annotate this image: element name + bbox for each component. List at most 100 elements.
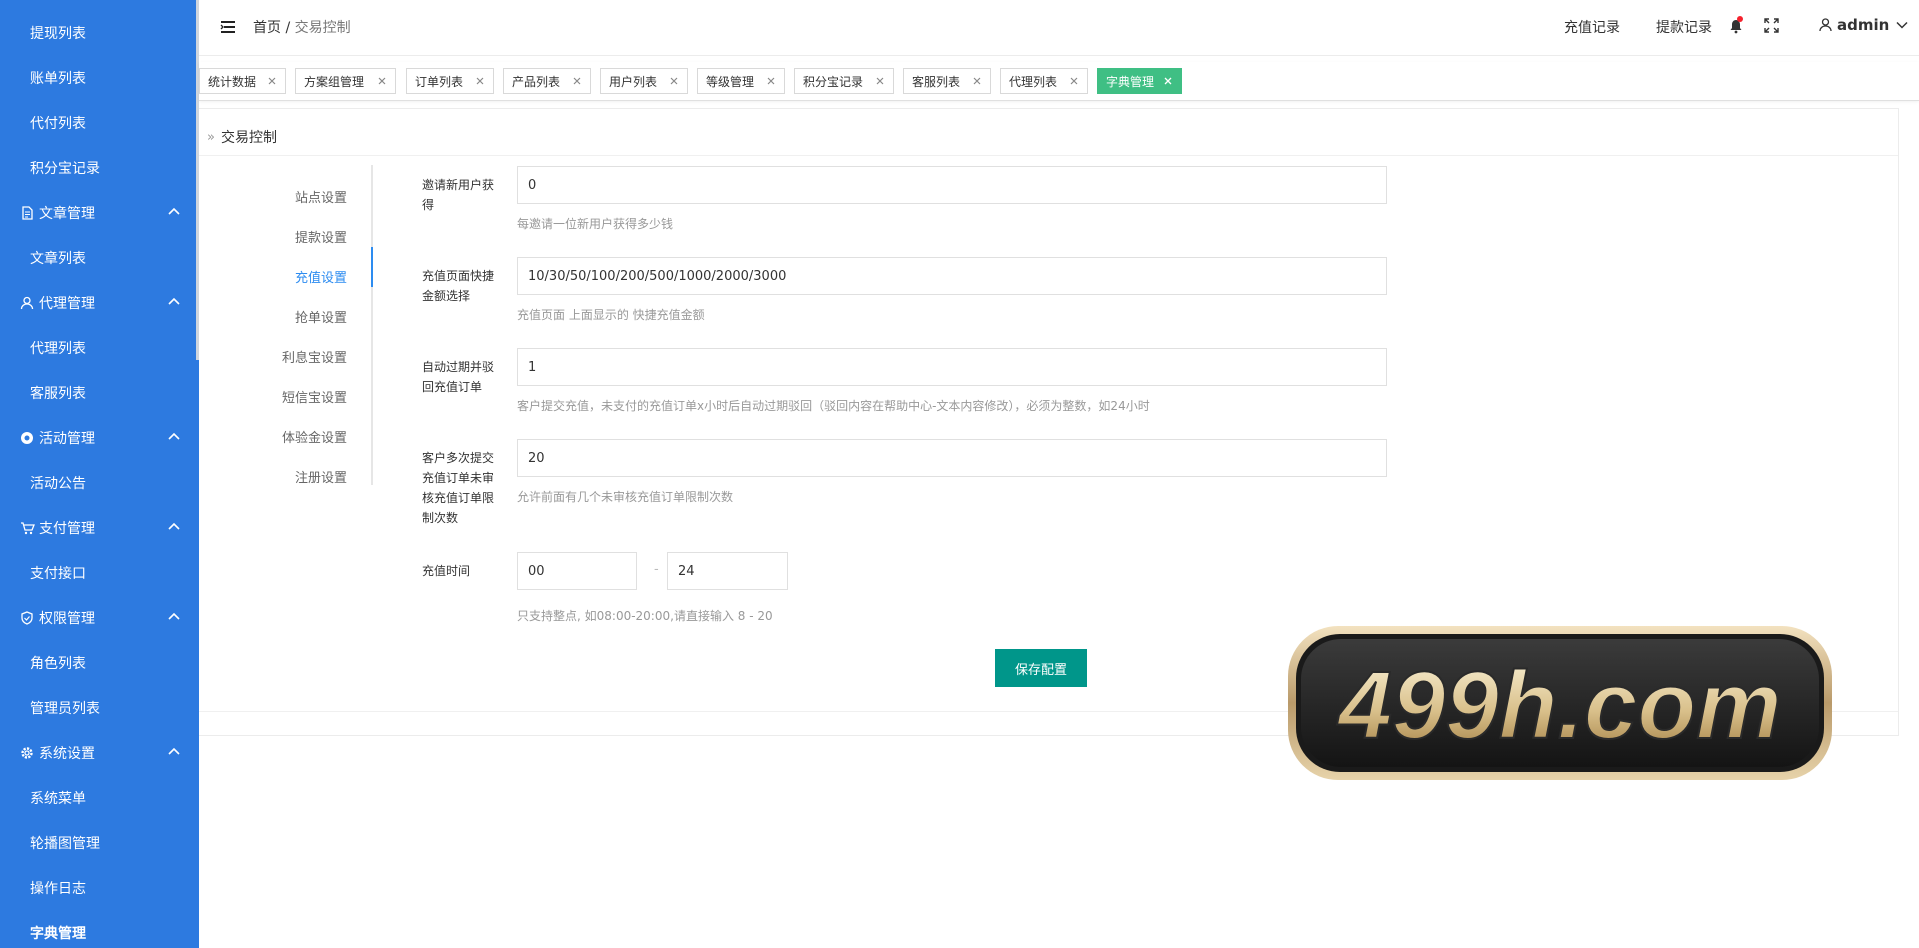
breadcrumb-home[interactable]: 首页 [253,20,281,36]
settings-menu-grab-order[interactable]: 抢单设置 [295,307,347,326]
tab-agent-list[interactable]: 代理列表 [1000,68,1088,94]
tab-plan-group[interactable]: 方案组管理 [295,68,396,94]
sidebar-group-permissions[interactable]: 权限管理 [0,595,196,640]
card-title-text: 交易控制 [220,130,277,146]
card-title: » 交易控制 [207,127,277,147]
sidebar-item-points-record[interactable]: 积分宝记录 [0,145,196,190]
sidebar-group-label: 支付管理 [39,520,95,537]
sidebar-item-payout-list[interactable]: 代付列表 [0,100,196,145]
top-header: 首页 / 交易控制 充值记录 提款记录 admin [199,0,1919,56]
recharge-records-link[interactable]: 充值记录 [1564,17,1620,37]
chevron-up-icon [166,519,182,535]
sidebar-item-bill-list[interactable]: 账单列表 [0,55,196,100]
sidebar-item-label: 代理列表 [30,340,86,357]
settings-menu-register[interactable]: 注册设置 [295,467,347,486]
recharge-time-end-input[interactable] [667,552,788,590]
tab-label: 订单列表 [415,74,464,89]
close-icon[interactable] [377,76,387,86]
activity-icon [19,430,35,446]
close-icon[interactable] [1163,76,1173,86]
sidebar-item-label: 管理员列表 [30,700,100,717]
cart-icon [19,520,35,536]
user-menu[interactable]: admin [1819,16,1909,34]
close-icon[interactable] [875,76,885,86]
invite-reward-input[interactable] [517,166,1387,204]
close-icon[interactable] [972,76,982,86]
watermark-logo: 499h.com [1286,624,1834,782]
sidebar-group-label: 系统设置 [39,745,95,762]
sidebar-item-role-list[interactable]: 角色列表 [0,640,196,685]
sidebar-item-activity-notice[interactable]: 活动公告 [0,460,196,505]
close-icon[interactable] [766,76,776,86]
chevron-up-icon [166,204,182,220]
breadcrumb: 首页 / 交易控制 [253,17,351,37]
quick-amount-label: 充值页面快捷金额选择 [422,269,495,303]
sidebar-item-label: 代付列表 [30,115,86,132]
breadcrumb-separator: / [285,20,291,36]
watermark-text: 499h.com [1337,652,1782,759]
recharge-time-start-input[interactable] [517,552,637,590]
settings-menu-recharge[interactable]: 充值设置 [295,267,347,286]
tab-label: 等级管理 [706,74,755,89]
close-icon[interactable] [669,76,679,86]
auto-expire-input[interactable] [517,348,1387,386]
sidebar-item-agent-list[interactable]: 代理列表 [0,325,196,370]
tab-statistics[interactable]: 统计数据 [199,68,286,94]
chevron-up-icon [166,744,182,760]
tab-points-record[interactable]: 积分宝记录 [794,68,894,94]
auto-expire-label: 自动过期并驳回充值订单 [422,360,495,394]
settings-menu-sms[interactable]: 短信宝设置 [282,387,347,406]
sidebar-item-carousel[interactable]: 轮播图管理 [0,820,196,865]
settings-menu-site[interactable]: 站点设置 [295,187,347,206]
sidebar-group-label: 活动管理 [39,430,95,447]
sidebar-item-label: 角色列表 [30,655,86,672]
sidebar-item-admin-list[interactable]: 管理员列表 [0,685,196,730]
menu-toggle-icon[interactable] [219,18,237,36]
document-icon [19,205,35,221]
settings-menu-trial-fund[interactable]: 体验金设置 [282,427,347,446]
sidebar-group-activities[interactable]: 活动管理 [0,415,196,460]
sidebar-item-article-list[interactable]: 文章列表 [0,235,196,280]
sidebar-group-system[interactable]: 系统设置 [0,730,196,775]
tab-order-list[interactable]: 订单列表 [406,68,494,94]
sidebar-item-payment-interface[interactable]: 支付接口 [0,550,196,595]
tab-product-list[interactable]: 产品列表 [503,68,591,94]
user-icon [1819,18,1832,32]
sidebar-item-label: 活动公告 [30,475,86,492]
sidebar-item-label: 账单列表 [30,70,86,87]
close-icon[interactable] [1069,76,1079,86]
invite-reward-help: 每邀请一位新用户获得多少钱 [517,217,674,231]
settings-menu-withdraw[interactable]: 提款设置 [295,227,347,246]
tab-label: 产品列表 [512,74,561,89]
close-icon[interactable] [572,76,582,86]
withdraw-records-link[interactable]: 提款记录 [1656,17,1712,37]
quick-amount-input[interactable] [517,257,1387,295]
sidebar-group-agents[interactable]: 代理管理 [0,280,196,325]
sidebar-group-payments[interactable]: 支付管理 [0,505,196,550]
fullscreen-icon[interactable] [1764,18,1780,34]
tab-user-list[interactable]: 用户列表 [600,68,688,94]
pending-limit-input[interactable] [517,439,1387,477]
sidebar-item-withdraw-list[interactable]: 提现列表 [0,10,196,55]
sidebar-group-label: 代理管理 [39,295,95,312]
tab-service-list[interactable]: 客服列表 [903,68,991,94]
settings-menu-interest[interactable]: 利息宝设置 [282,347,347,366]
sidebar-item-system-menu[interactable]: 系统菜单 [0,775,196,820]
sidebar-group-articles[interactable]: 文章管理 [0,190,196,235]
close-icon[interactable] [267,76,277,86]
sidebar-item-operation-log[interactable]: 操作日志 [0,865,196,910]
sidebar-item-dictionary[interactable]: 字典管理 [0,910,196,948]
breadcrumb-current: 交易控制 [294,20,351,36]
sidebar: 提现列表 账单列表 代付列表 积分宝记录 文章管理 文章列表 代理管理 代理列表… [0,0,199,948]
chevron-up-icon [166,294,182,310]
tab-dictionary[interactable]: 字典管理 [1097,68,1182,94]
sidebar-item-label: 积分宝记录 [30,160,100,177]
notification-dot [1737,16,1743,22]
save-config-button[interactable]: 保存配置 [995,649,1087,687]
tab-level-management[interactable]: 等级管理 [697,68,785,94]
user-name: admin [1837,16,1890,34]
sidebar-group-label: 权限管理 [39,610,95,627]
sidebar-item-label: 客服列表 [30,385,86,402]
sidebar-item-service-list[interactable]: 客服列表 [0,370,196,415]
close-icon[interactable] [475,76,485,86]
